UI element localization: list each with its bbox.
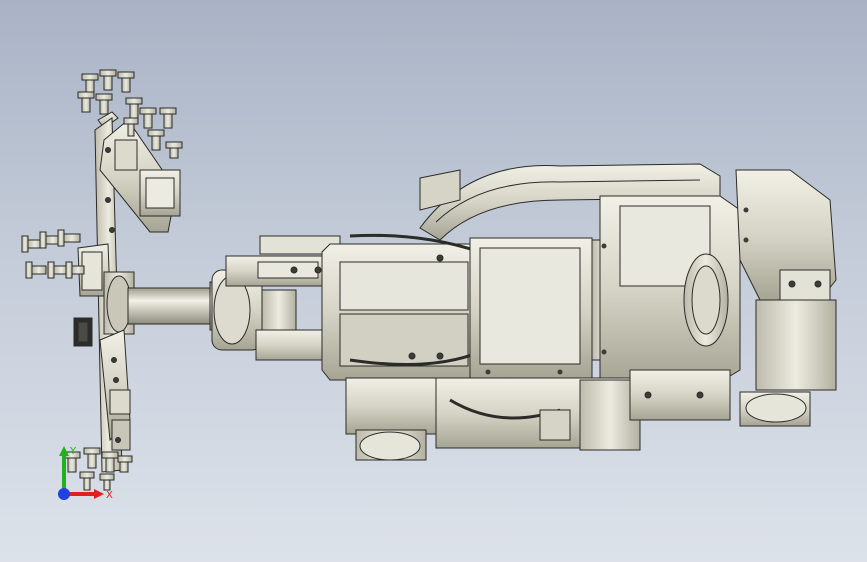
coordinate-triad-icon: X Y <box>58 446 113 501</box>
robot-3d-model[interactable] <box>0 0 867 562</box>
triad-y-axis <box>59 446 69 494</box>
wrist-shaft[interactable] <box>127 281 225 331</box>
motor-housing[interactable] <box>345 369 731 461</box>
cad-graphics-area[interactable]: X Y <box>0 0 867 562</box>
robot-wrist[interactable] <box>211 235 341 361</box>
triad-x-label: X <box>106 490 113 501</box>
robot-upper-arm[interactable] <box>469 237 621 379</box>
robot-forearm[interactable] <box>321 233 481 381</box>
triad-z-axis <box>58 488 70 500</box>
suction-cups-middle <box>21 229 85 279</box>
triad-y-label: Y <box>69 446 77 457</box>
